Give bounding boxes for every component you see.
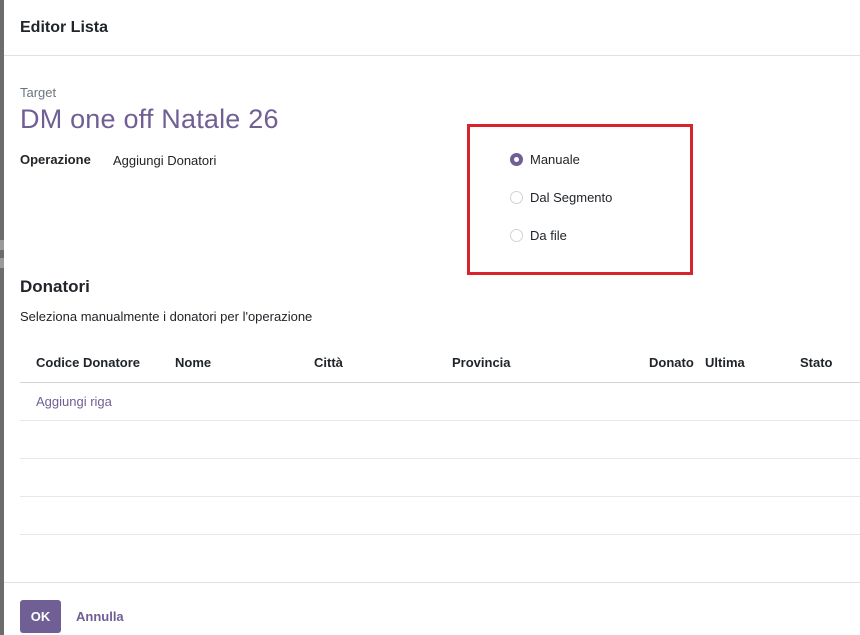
radio-option-dal-segmento[interactable]: Dal Segmento (510, 189, 612, 205)
dialog-header: Editor Lista (4, 0, 860, 56)
column-header-codice-donatore[interactable]: Codice Donatore (36, 355, 140, 370)
table-row (20, 421, 860, 459)
target-name: DM one off Natale 26 (20, 104, 279, 134)
radio-option-da-file[interactable]: Da file (510, 227, 567, 243)
dialog-title: Editor Lista (20, 19, 109, 36)
donors-section-description: Seleziona manualmente i donatori per l'o… (20, 309, 313, 324)
radio-label: Manuale (530, 151, 580, 167)
column-header-nome[interactable]: Nome (175, 355, 211, 370)
table-row-add-line: Aggiungi riga (20, 383, 860, 421)
target-label: Target (20, 85, 57, 100)
radio-label: Dal Segmento (530, 189, 613, 205)
radio-checked-icon[interactable] (510, 152, 523, 166)
operation-label: Operazione (20, 152, 91, 167)
radio-label: Da file (530, 227, 567, 243)
column-header-citta[interactable]: Città (314, 355, 343, 370)
column-header-stato[interactable]: Stato (800, 355, 833, 370)
radio-option-manuale[interactable]: Manuale (510, 151, 580, 167)
donors-section-title: Donatori (20, 277, 90, 296)
table-row (20, 497, 860, 535)
table-header: Codice Donatore Nome Città Provincia Don… (20, 342, 860, 383)
add-line-link[interactable]: Aggiungi riga (36, 394, 112, 409)
ok-button[interactable]: OK (20, 600, 61, 633)
operation-value: Aggiungi Donatori (113, 153, 217, 168)
column-header-provincia[interactable]: Provincia (452, 355, 511, 370)
dialog-footer: OK Annulla (4, 582, 860, 635)
donors-table: Codice Donatore Nome Città Provincia Don… (20, 342, 860, 535)
cancel-button[interactable]: Annulla (76, 609, 124, 624)
table-row (20, 459, 860, 497)
editor-dialog: Editor Lista Target DM one off Natale 26… (4, 0, 860, 635)
column-header-ultima[interactable]: Ultima (705, 355, 745, 370)
radio-unchecked-icon[interactable] (510, 228, 523, 242)
radio-unchecked-icon[interactable] (510, 190, 523, 204)
column-header-donato[interactable]: Donato (649, 355, 694, 370)
